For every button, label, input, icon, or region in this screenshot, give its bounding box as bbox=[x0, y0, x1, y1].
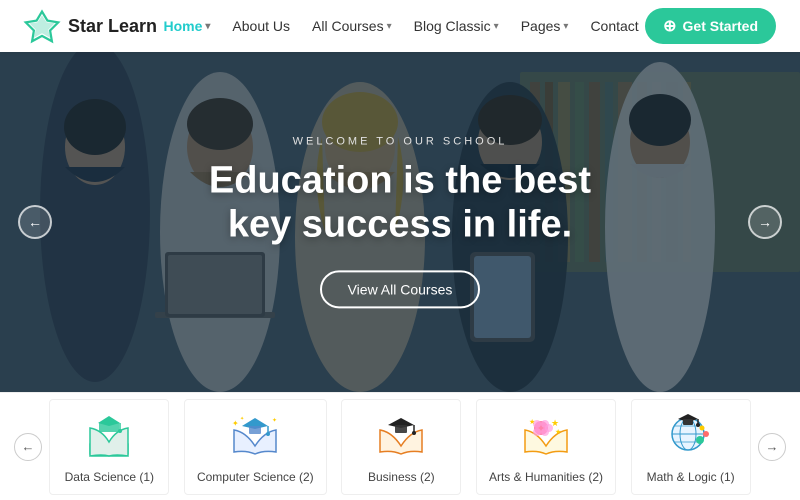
view-courses-button[interactable]: View All Courses bbox=[320, 271, 481, 309]
category-label-business: Business (2) bbox=[368, 470, 435, 484]
svg-text:★: ★ bbox=[551, 418, 559, 428]
svg-text:★: ★ bbox=[555, 428, 561, 436]
category-item-arts[interactable]: ★ ★ ★ Arts & Humanities (2) bbox=[476, 399, 616, 495]
nav-links: Home ▾ About Us All Courses ▾ Blog Class… bbox=[163, 18, 638, 34]
hero-title: Education is the best key success in lif… bbox=[190, 159, 610, 246]
category-label-data-science: Data Science (1) bbox=[65, 470, 154, 484]
chevron-down-icon: ▾ bbox=[205, 21, 210, 32]
logo[interactable]: Star Learn bbox=[24, 8, 157, 44]
category-item-computer-science[interactable]: ✦ ✦ ✦ Computer Science (2) bbox=[184, 399, 327, 495]
svg-text:✦: ✦ bbox=[272, 417, 277, 424]
categories-next-button[interactable]: → bbox=[758, 433, 786, 461]
chevron-down-icon: ▾ bbox=[494, 21, 499, 32]
categories-section: ← Data Science (1) bbox=[0, 392, 800, 500]
category-label-math: Math & Logic (1) bbox=[647, 470, 735, 484]
arts-icon: ★ ★ ★ bbox=[519, 410, 573, 464]
category-label-arts: Arts & Humanities (2) bbox=[489, 470, 603, 484]
category-item-business[interactable]: Business (2) bbox=[341, 399, 461, 495]
data-science-icon bbox=[82, 410, 136, 464]
nav-contact[interactable]: Contact bbox=[590, 18, 638, 34]
category-item-data-science[interactable]: Data Science (1) bbox=[49, 399, 169, 495]
hero-next-button[interactable]: → bbox=[748, 205, 782, 239]
categories-prev-button[interactable]: ← bbox=[14, 433, 42, 461]
logo-icon bbox=[24, 8, 60, 44]
svg-text:✦: ✦ bbox=[232, 419, 239, 428]
categories-list: Data Science (1) ✦ ✦ ✦ Compu bbox=[42, 399, 758, 495]
nav-courses[interactable]: All Courses ▾ bbox=[312, 18, 392, 34]
hero-section: ← → WELCOME TO OUR SCHOOL Education is t… bbox=[0, 52, 800, 392]
hero-prev-button[interactable]: ← bbox=[18, 205, 52, 239]
plus-circle-icon: ⊕ bbox=[663, 16, 676, 36]
nav-blog[interactable]: Blog Classic ▾ bbox=[414, 18, 499, 34]
computer-science-icon: ✦ ✦ ✦ bbox=[228, 410, 282, 464]
category-label-computer-science: Computer Science (2) bbox=[197, 470, 314, 484]
math-icon bbox=[664, 410, 718, 464]
chevron-down-icon: ▾ bbox=[563, 21, 568, 32]
nav-home[interactable]: Home ▾ bbox=[163, 18, 210, 34]
category-item-math[interactable]: Math & Logic (1) bbox=[631, 399, 751, 495]
get-started-button[interactable]: ⊕ Get Started bbox=[645, 8, 776, 44]
svg-text:★: ★ bbox=[529, 418, 535, 426]
nav-pages[interactable]: Pages ▾ bbox=[521, 18, 569, 34]
chevron-down-icon: ▾ bbox=[387, 21, 392, 32]
hero-subtitle: WELCOME TO OUR SCHOOL bbox=[190, 135, 610, 147]
logo-text: Star Learn bbox=[68, 16, 157, 37]
nav-about[interactable]: About Us bbox=[232, 18, 290, 34]
navbar: Star Learn Home ▾ About Us All Courses ▾… bbox=[0, 0, 800, 52]
hero-content: WELCOME TO OUR SCHOOL Education is the b… bbox=[190, 135, 610, 308]
business-icon bbox=[374, 410, 428, 464]
svg-text:✦: ✦ bbox=[240, 416, 244, 422]
